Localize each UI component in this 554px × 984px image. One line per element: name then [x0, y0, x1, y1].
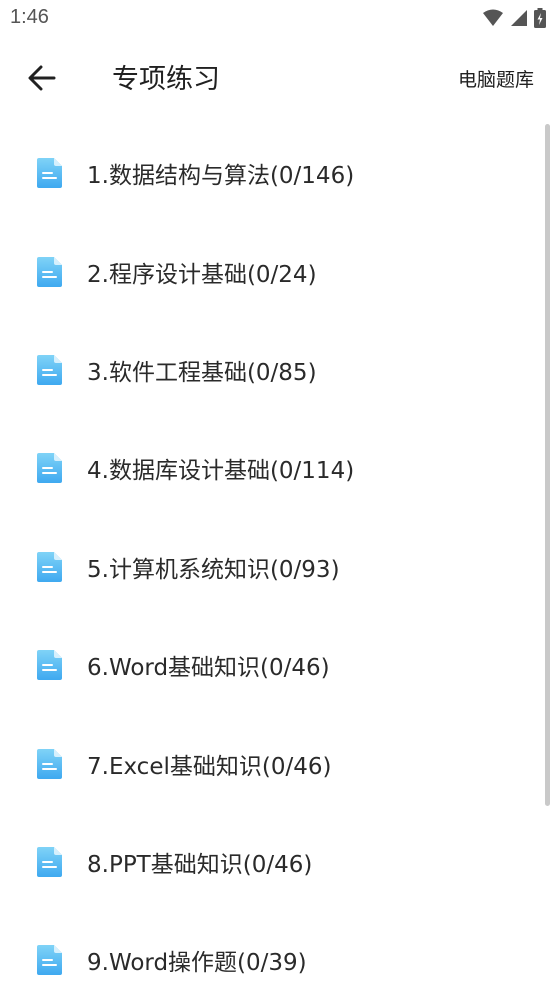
list-item-label: 8.PPT基础知识(0/46) — [87, 851, 313, 878]
list-item-label: 9.Word操作题(0/39) — [87, 950, 307, 977]
back-button[interactable] — [22, 60, 62, 100]
document-icon — [37, 846, 62, 877]
wifi-icon — [482, 9, 504, 27]
list-item[interactable]: 4.数据库设计基础(0/114) — [0, 419, 554, 517]
list-item-label: 3.软件工程基础(0/85) — [87, 359, 317, 386]
exercise-list: 1.数据结构与算法(0/146) 2.程序设计基础(0/24) 3.软件工程基础… — [0, 124, 554, 984]
list-item[interactable]: 6.Word基础知识(0/46) — [0, 616, 554, 714]
document-icon — [37, 158, 62, 189]
page-title: 专项练习 — [112, 64, 220, 95]
list-item-label: 4.数据库设计基础(0/114) — [87, 458, 355, 485]
document-icon — [37, 748, 62, 779]
status-icons — [482, 8, 546, 28]
battery-charging-icon — [534, 8, 546, 28]
document-icon — [37, 354, 62, 385]
app-bar: 专项练习 电脑题库 — [0, 38, 554, 122]
list-item-label: 6.Word基础知识(0/46) — [87, 655, 330, 682]
signal-icon — [510, 9, 528, 27]
list-item[interactable]: 9.Word操作题(0/39) — [0, 911, 554, 984]
list-item-label: 7.Excel基础知识(0/46) — [87, 753, 332, 780]
list-item[interactable]: 5.计算机系统知识(0/93) — [0, 518, 554, 616]
list-item-label: 2.程序设计基础(0/24) — [87, 261, 317, 288]
list-item[interactable]: 2.程序设计基础(0/24) — [0, 222, 554, 320]
computer-question-bank-button[interactable]: 电脑题库 — [458, 60, 534, 100]
status-bar: 1:46 — [0, 0, 554, 38]
arrow-left-icon — [28, 65, 56, 95]
document-icon — [37, 551, 62, 582]
document-icon — [37, 256, 62, 287]
document-icon — [37, 453, 62, 484]
list-item[interactable]: 3.软件工程基础(0/85) — [0, 321, 554, 419]
list-item[interactable]: 8.PPT基础知识(0/46) — [0, 813, 554, 911]
status-time: 1:46 — [10, 6, 49, 28]
screen: 1:46 专项练习 电脑题库 1.数据结构与算法(0/146) 2.程序设计基础… — [0, 0, 554, 984]
document-icon — [37, 650, 62, 681]
list-item-label: 5.计算机系统知识(0/93) — [87, 556, 340, 583]
list-item[interactable]: 7.Excel基础知识(0/46) — [0, 714, 554, 812]
document-icon — [37, 945, 62, 976]
list-item-label: 1.数据结构与算法(0/146) — [87, 163, 355, 190]
list-item[interactable]: 1.数据结构与算法(0/146) — [0, 124, 554, 222]
scrollbar[interactable] — [545, 124, 550, 806]
